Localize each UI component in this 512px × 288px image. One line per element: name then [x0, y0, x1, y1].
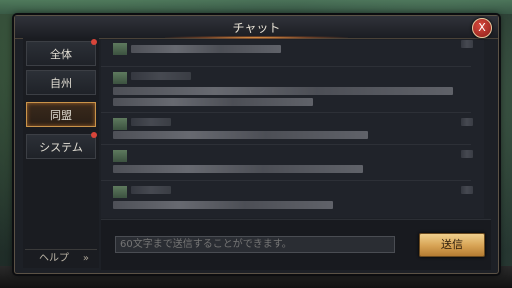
- channel-sidebar: 全体 自州 同盟 システム ヘルプ »: [23, 38, 99, 268]
- tab-state-label: 自州: [50, 77, 72, 90]
- divider: [101, 66, 471, 67]
- message-text-blurred: [113, 201, 333, 209]
- chat-window: チャット X 全体 自州 同盟 システム ヘルプ » 60文字まで送信することが…: [14, 15, 499, 274]
- tab-system-badge: [91, 132, 97, 138]
- title-glow: [165, 36, 348, 39]
- sender-name-blurred: [131, 72, 191, 80]
- help-link[interactable]: ヘルプ »: [25, 249, 97, 267]
- avatar: [113, 150, 127, 162]
- message-text-blurred: [113, 165, 363, 173]
- sender-name-blurred: [131, 186, 171, 194]
- avatar: [113, 118, 127, 130]
- avatar: [113, 72, 127, 84]
- tab-alliance[interactable]: 同盟: [26, 102, 96, 127]
- tab-state[interactable]: 自州: [26, 70, 96, 95]
- divider: [101, 112, 471, 113]
- window-title: チャット: [232, 21, 281, 35]
- send-button[interactable]: 送信: [419, 233, 485, 257]
- close-button[interactable]: X: [472, 18, 492, 38]
- game-top-bar: [0, 0, 512, 14]
- message-text-blurred: [113, 87, 453, 95]
- divider: [101, 144, 471, 145]
- help-label: ヘルプ: [39, 253, 69, 264]
- message-meta-blurred: [461, 186, 473, 194]
- avatar: [113, 43, 127, 55]
- message-text-blurred: [113, 131, 368, 139]
- message-meta-blurred: [461, 118, 473, 126]
- message-meta-blurred: [461, 40, 473, 48]
- tab-system-label: システム: [39, 141, 83, 154]
- chevron-right-icon: »: [82, 253, 89, 264]
- avatar: [113, 186, 127, 198]
- tab-all-label: 全体: [50, 48, 72, 61]
- message-text-blurred: [113, 98, 313, 106]
- chat-input[interactable]: [115, 236, 395, 253]
- tab-all-badge: [91, 39, 97, 45]
- message-meta-blurred: [461, 150, 473, 158]
- tab-system[interactable]: システム: [26, 132, 97, 159]
- chat-input-row: 送信: [101, 219, 491, 270]
- message-text-blurred: [131, 45, 281, 53]
- sender-name-blurred: [131, 118, 171, 126]
- divider: [101, 180, 471, 181]
- tab-alliance-label: 同盟: [50, 109, 72, 122]
- message-list[interactable]: ⌄: [101, 40, 484, 246]
- tab-all[interactable]: 全体: [26, 39, 97, 66]
